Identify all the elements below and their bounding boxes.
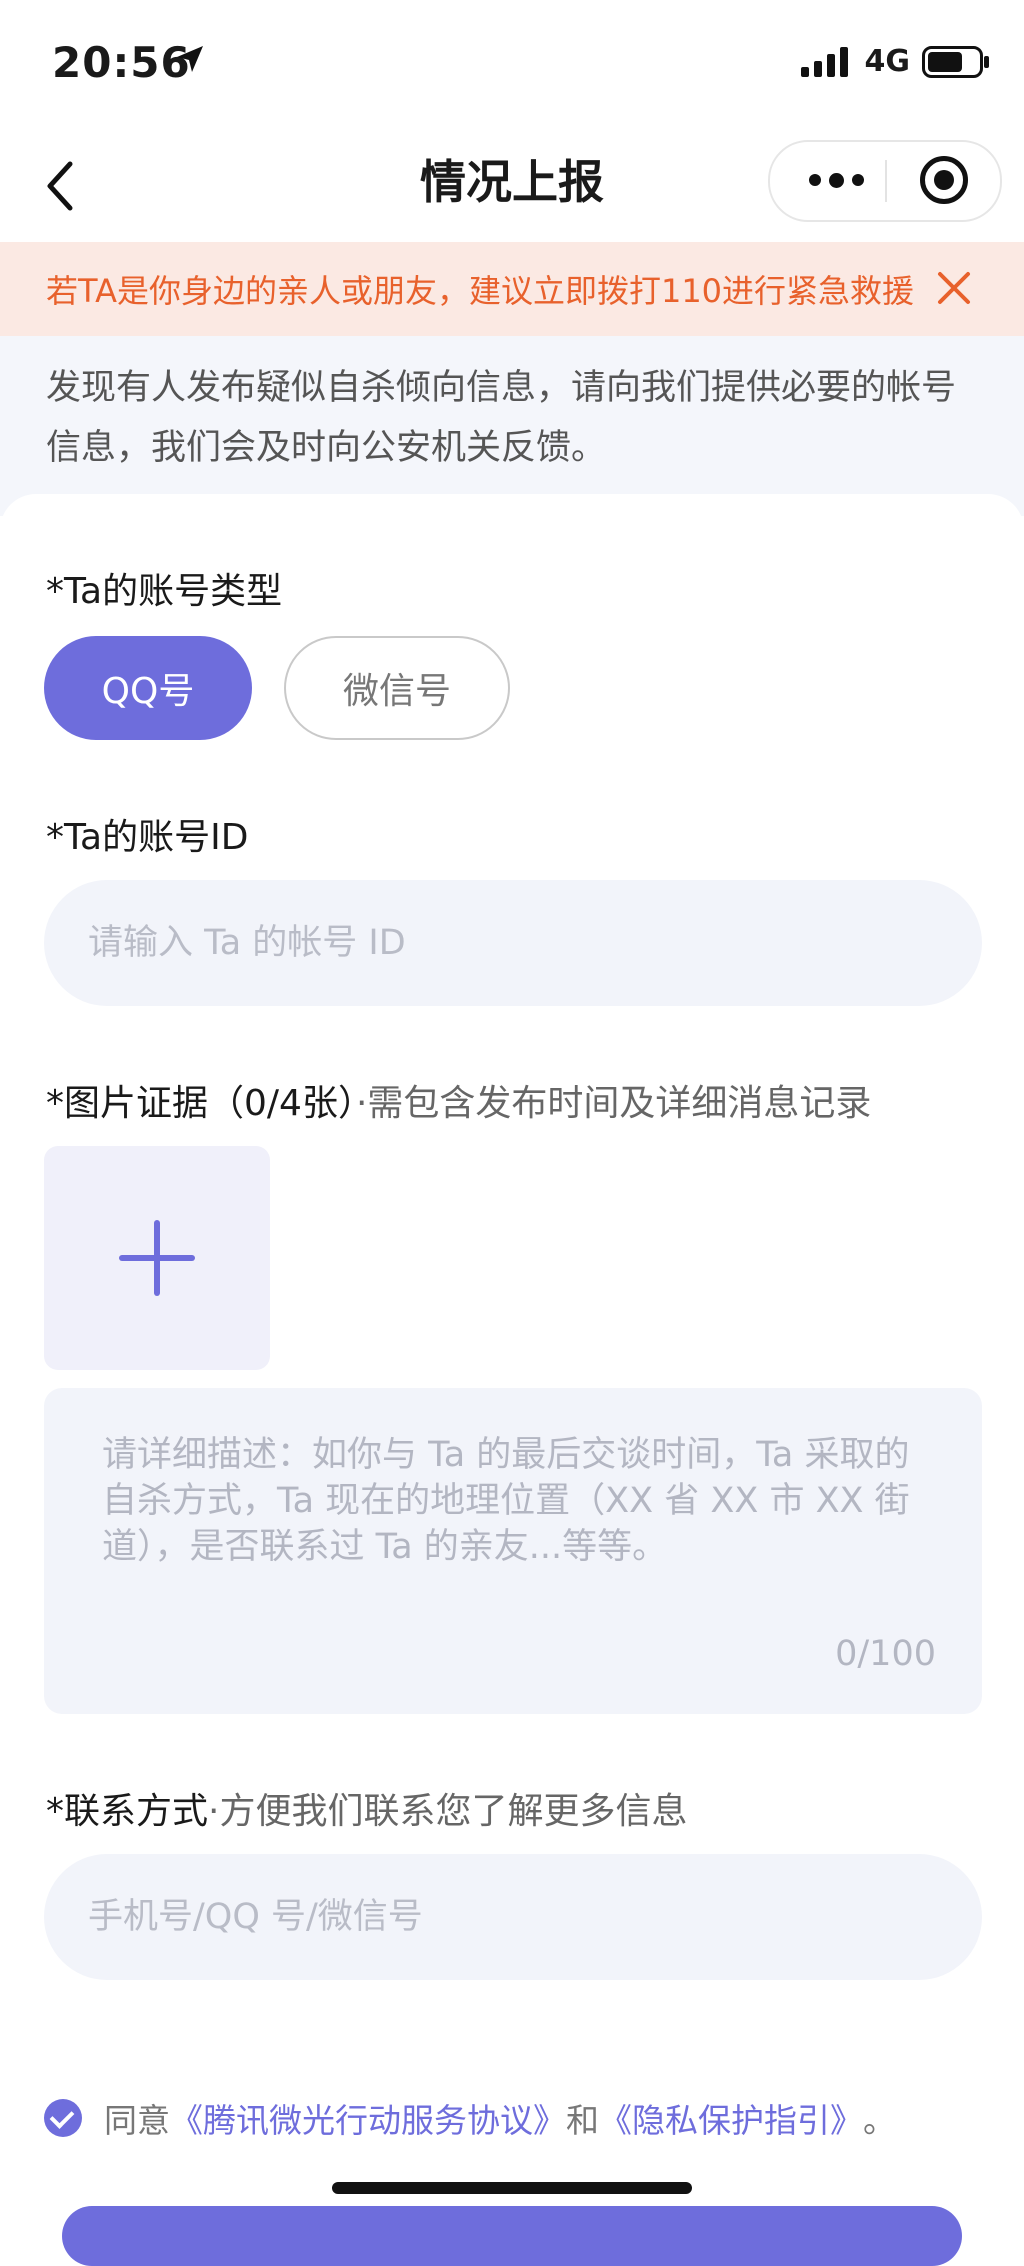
intro-text: 发现有人发布疑似自杀倾向信息，请向我们提供必要的帐号信息，我们会及时向公安机关反… [46, 368, 957, 468]
agreement-checkbox[interactable] [44, 2099, 82, 2137]
evidence-hint: ·需包含发布时间及详细消息记录 [355, 1083, 872, 1124]
contact-hint: ·方便我们联系您了解更多信息 [208, 1791, 688, 1832]
account-type-wechat-button[interactable]: 微信号 [284, 636, 510, 740]
submit-button[interactable] [62, 2206, 962, 2266]
close-icon[interactable] [934, 268, 974, 308]
image-upload-button[interactable] [44, 1146, 270, 1370]
description-placeholder: 请详细描述：如你与 Ta 的最后交谈时间，Ta 采取的自杀方式，Ta 现在的地理… [102, 1435, 910, 1567]
privacy-policy-link[interactable]: 《隐私保护指引》 [599, 2094, 863, 2142]
agreement-prefix: 同意 [104, 2101, 170, 2140]
account-type-qq-button[interactable]: QQ号 [44, 636, 252, 740]
account-id-input[interactable] [44, 880, 982, 1006]
warning-banner: 若TA是你身边的亲人或朋友，建议立即拨打110进行紧急救援 [0, 242, 1024, 336]
service-agreement-link[interactable]: 《腾讯微光行动服务协议》 [170, 2094, 566, 2142]
status-bar: 20:56 4G [0, 0, 1024, 120]
account-id-label: *Ta的账号ID [46, 817, 249, 858]
intro-section: 发现有人发布疑似自杀倾向信息，请向我们提供必要的帐号信息，我们会及时向公安机关反… [0, 336, 1024, 516]
evidence-title: *图片证据（0/4张） [46, 1083, 356, 1124]
capsule-divider [885, 160, 887, 202]
contact-label: *联系方式·方便我们联系您了解更多信息 [46, 1782, 687, 1834]
warning-text: 若TA是你身边的亲人或朋友，建议立即拨打110进行紧急救援 [46, 272, 915, 310]
status-time: 20:56 [52, 38, 191, 87]
home-indicator [332, 2182, 692, 2194]
miniprogram-capsule [768, 140, 1002, 222]
plus-icon [119, 1220, 195, 1296]
description-textarea[interactable]: 请详细描述：如你与 Ta 的最后交谈时间，Ta 采取的自杀方式，Ta 现在的地理… [44, 1388, 982, 1714]
account-type-label: *Ta的账号类型 [46, 571, 283, 612]
agreement-suffix: 。 [863, 2101, 896, 2140]
agreement-row: 同意 《腾讯微光行动服务协议》 和 《隐私保护指引》 。 [44, 2094, 896, 2142]
more-icon[interactable] [806, 162, 866, 198]
agreement-middle: 和 [566, 2101, 599, 2140]
status-indicators: 4G [800, 44, 991, 79]
contact-input[interactable] [44, 1854, 982, 1980]
evidence-label: *图片证据（0/4张）·需包含发布时间及详细消息记录 [46, 1074, 871, 1126]
network-type: 4G [864, 44, 911, 79]
nav-bar: 情况上报 [0, 120, 1024, 242]
battery-icon [922, 45, 989, 78]
contact-title: *联系方式 [46, 1791, 209, 1832]
description-char-count: 0/100 [835, 1634, 936, 1674]
signal-icon [800, 46, 848, 77]
close-miniprogram-icon[interactable] [920, 156, 968, 204]
location-arrow-icon [175, 44, 205, 78]
